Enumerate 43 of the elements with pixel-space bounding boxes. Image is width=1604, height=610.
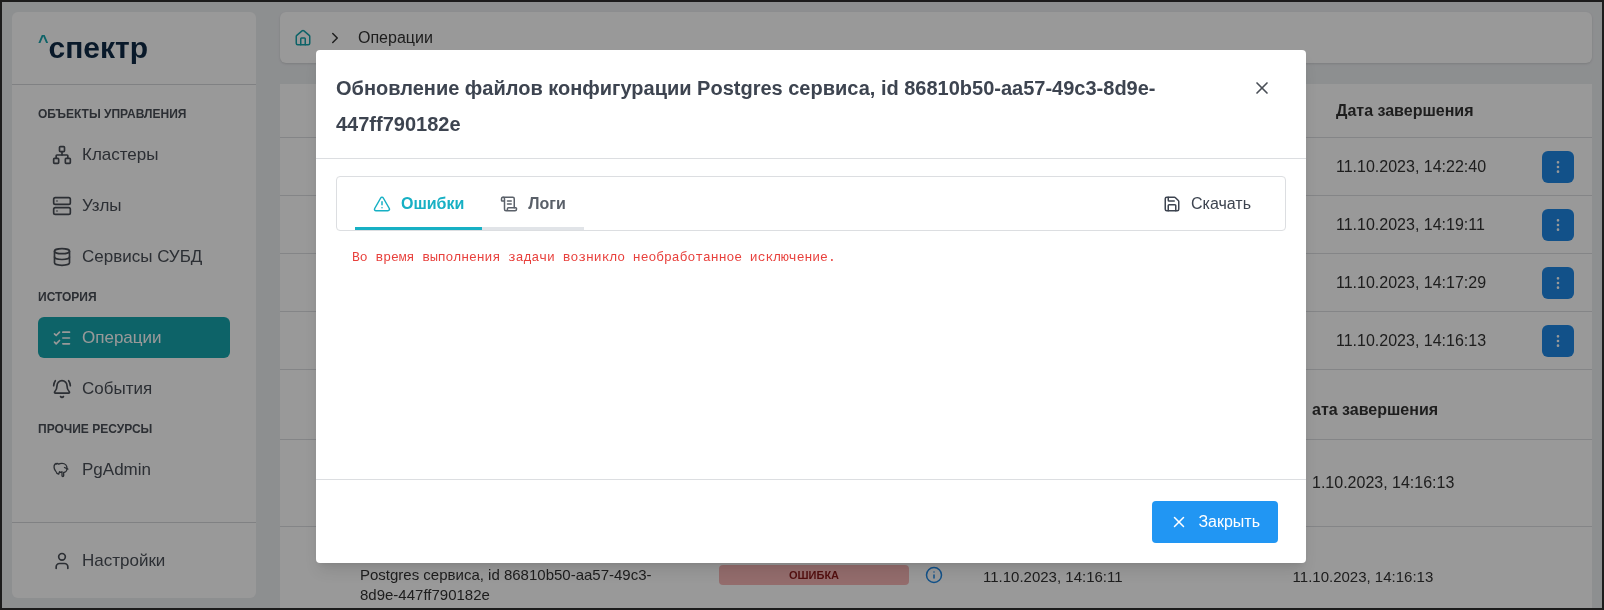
more-button[interactable] (1542, 324, 1574, 357)
table-cell-text: 11.10.2023, 14:16:13 (1292, 567, 1434, 587)
save-icon (1163, 195, 1181, 213)
sidebar-item[interactable]: События (38, 368, 230, 409)
column-header: ата завершения (1312, 400, 1439, 420)
warning-icon (373, 194, 391, 213)
table-cell-text: Postgres сервиса, id 86810b50-aa57-49c3-8d9e-447ff790182e (360, 565, 653, 605)
table-cell-text: 11.10.2023, 14:19:11 (1336, 214, 1485, 235)
document-icon (500, 194, 519, 213)
sidebar-item[interactable]: Узлы (38, 185, 230, 226)
tab[interactable]: Логи (482, 180, 584, 230)
download-button[interactable]: Скачать (1147, 178, 1267, 230)
section-heading: ИСТОРИЯ (38, 289, 98, 306)
info-icon[interactable] (925, 566, 943, 584)
section-heading: ПРОЧИЕ РЕСУРСЫ (38, 421, 154, 438)
table-cell-text: 11.10.2023, 14:16:13 (1336, 330, 1487, 351)
cluster-icon (52, 144, 72, 165)
error-message: Во время выполнения задачи возникло необработанное исключение. (352, 249, 837, 267)
settings-item[interactable]: Настройки (82, 547, 166, 574)
home-icon[interactable] (294, 28, 312, 47)
tab[interactable]: Ошибки (355, 180, 483, 230)
table-cell-text: 11.10.2023, 14:17:29 (1336, 272, 1487, 293)
database-icon (52, 246, 72, 267)
sidebar-item[interactable]: Кластеры (38, 134, 230, 175)
sidebar-item[interactable]: PgAdmin (38, 449, 230, 490)
more-button[interactable] (1542, 150, 1574, 183)
table-cell-text: 11.10.2023, 14:22:40 (1336, 156, 1487, 177)
more-button[interactable] (1542, 208, 1574, 241)
table-cell-text: 1.10.2023, 14:16:13 (1312, 473, 1455, 493)
sidebar-item[interactable]: Сервисы СУБД (38, 236, 230, 277)
user-icon (52, 550, 72, 571)
server-icon (52, 195, 72, 216)
section-heading: ОБЪЕКТЫ УПРАВЛЕНИЯ (38, 106, 188, 123)
bell-icon (52, 378, 72, 399)
sidebar-item[interactable]: Операции (38, 317, 230, 358)
status-badge: ОШИБКА (719, 565, 909, 585)
breadcrumb-item[interactable]: Операции (358, 25, 433, 50)
logo: ^спектр (38, 33, 149, 63)
table-cell-text: 11.10.2023, 14:16:11 (983, 567, 1123, 587)
close-button[interactable]: Закрыть (1152, 500, 1278, 543)
modal-title: Обновление файлов конфигурации Postgres сервиса, id 86810b50-aa57-49c3-8d9e-447ff790182e (336, 76, 1157, 137)
more-button[interactable] (1542, 266, 1574, 299)
column-header: Дата завершения (1336, 100, 1474, 121)
